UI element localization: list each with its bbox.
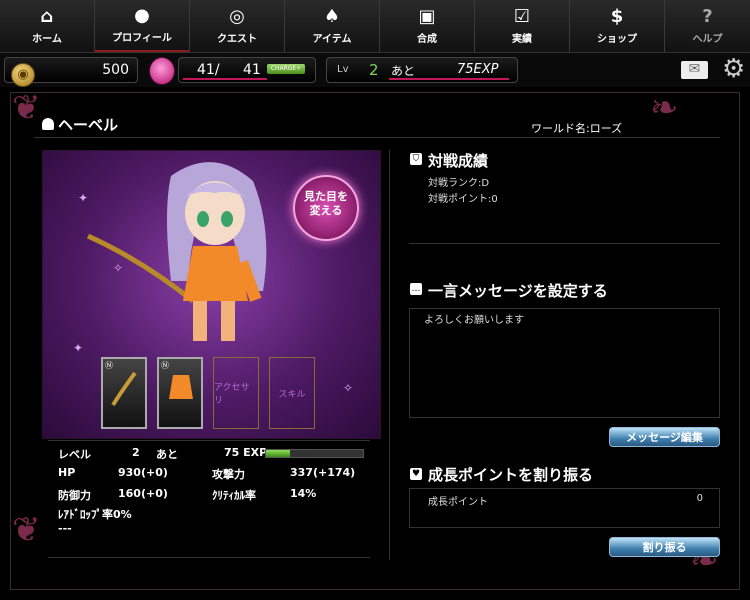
gold-coin-icon: ◉ — [11, 63, 35, 87]
atk-value: 337(+174) — [290, 466, 356, 479]
stats-divider-top — [48, 440, 370, 441]
status-bar: ◉ 500 41/ 41 CHARGE+ Lv 2 あと 75EXP ✉ ⚙ — [0, 53, 750, 87]
user-icon: ● — [134, 5, 150, 26]
stamina-max: 41 — [243, 62, 261, 78]
sword-icon — [111, 371, 137, 407]
def-label: 防御力 — [58, 489, 91, 502]
hp-label: HP — [58, 466, 76, 479]
edit-message-button[interactable]: メッセージ編集 — [609, 427, 720, 447]
nav-quest[interactable]: ◎ クエスト — [190, 0, 285, 52]
assign-points-button[interactable]: 割り振る — [609, 537, 720, 557]
target-icon: ◎ — [229, 6, 245, 27]
remaining-label: あと — [391, 64, 416, 78]
check-icon: ☑ — [513, 6, 531, 27]
character-sprite — [86, 162, 267, 341]
hp-value: 930(+0) — [118, 466, 168, 479]
growth-box: 成長ポイント 0 — [409, 488, 720, 528]
gold-display: ◉ 500 — [4, 57, 138, 87]
remaining-label: あと — [156, 448, 178, 461]
armor-card[interactable]: Ⓝ — [157, 357, 203, 429]
growth-title: 成長ポイントを割り振る — [428, 466, 594, 484]
nav-shop[interactable]: $ ショップ — [570, 0, 665, 52]
help-icon: ? — [702, 6, 713, 27]
mail-icon[interactable]: ✉ — [681, 61, 708, 79]
growth-value: 0 — [696, 493, 703, 504]
column-divider — [389, 150, 390, 560]
stats-divider-bottom — [48, 557, 370, 558]
weapon-card[interactable]: Ⓝ — [101, 357, 147, 429]
battle-points: 対戦ポイント:0 — [428, 194, 498, 205]
level-display: Lv 2 あと 75EXP — [326, 57, 518, 83]
heart-arrow-icon: ♥ — [410, 468, 422, 480]
exp-progress-bar — [265, 449, 364, 458]
message-title: 一言メッセージを設定する — [428, 282, 608, 300]
def-value: 160(+0) — [118, 487, 168, 500]
stamina-bar — [183, 78, 267, 80]
shield-icon: ⛉ — [410, 153, 422, 165]
nav-help[interactable]: ? ヘルプ — [665, 0, 750, 52]
fuse-icon: ▣ — [418, 6, 436, 27]
level-value: 2 — [132, 446, 140, 459]
crit-label: ｸﾘﾃｨｶﾙ率 — [212, 489, 256, 502]
crit-value: 14% — [290, 487, 317, 500]
home-icon: ⌂ — [40, 6, 54, 27]
sparkle-icon: ✧ — [343, 381, 354, 395]
top-nav: ⌂ ホーム ● プロフィール ◎ クエスト ♠ アイテム ▣ 合成 ☑ 実績 $ ショップ ?… — [0, 0, 750, 53]
gear-icon[interactable]: ⚙ — [722, 55, 745, 83]
battle-rank: 対戦ランク:D — [428, 178, 490, 189]
nav-fuse[interactable]: ▣ 合成 — [380, 0, 475, 52]
gold-value: 500 — [102, 62, 129, 78]
corner-ornament-bl: ❦ — [12, 510, 41, 550]
stamina-current: 41/ — [197, 62, 220, 78]
level-label: レベル — [58, 448, 91, 461]
message-text: よろしくお願いします — [424, 315, 524, 326]
stats-dashes: --- — [58, 522, 72, 535]
growth-label: 成長ポイント — [428, 497, 488, 508]
nav-item[interactable]: ♠ アイテム — [285, 0, 380, 52]
cards-icon: ♠ — [323, 6, 341, 27]
level-value: 2 — [369, 61, 379, 79]
message-box: よろしくお願いします — [409, 308, 720, 418]
character-portrait: ✦ ✦ ✦ ✧ ✧ 見た目を変える — [42, 150, 381, 439]
exp-bar — [389, 78, 509, 80]
change-look-label: 見た目を変える — [304, 190, 348, 217]
nav-achievements[interactable]: ☑ 実績 — [475, 0, 570, 52]
lv-label: Lv — [337, 64, 349, 75]
header-divider — [34, 137, 720, 138]
atk-label: 攻撃力 — [212, 468, 245, 481]
battle-divider — [409, 243, 720, 244]
rare-drop-rate: ﾚｱﾄﾞﾛｯﾌﾟ率0% — [58, 508, 132, 521]
accessory-slot[interactable]: アクセサリ — [213, 357, 259, 429]
charge-button[interactable]: CHARGE+ — [267, 64, 305, 74]
skill-slot[interactable]: スキル — [269, 357, 315, 429]
exp-needed: 75EXP — [457, 62, 499, 77]
outfit-icon — [169, 375, 193, 399]
nav-home[interactable]: ⌂ ホーム — [0, 0, 95, 52]
battle-title: 対戦成績 — [428, 152, 489, 170]
nav-profile[interactable]: ● プロフィール — [95, 0, 190, 52]
corner-ornament-tl: ❦ — [12, 88, 41, 128]
world-name: ワールド名:ローズ — [531, 122, 623, 135]
exp-progress-fill — [266, 450, 291, 457]
change-look-button[interactable]: 見た目を変える — [293, 175, 359, 241]
corner-ornament-tr: ❧ — [650, 88, 679, 128]
player-name: ヘーベル — [58, 116, 119, 134]
stamina-potion-icon — [149, 57, 175, 85]
player-icon — [42, 118, 54, 130]
speech-bubble-icon: … — [410, 283, 422, 295]
exp-value: 75 EXP — [224, 446, 268, 459]
sparkle-icon: ✦ — [73, 341, 84, 355]
coin-icon: $ — [610, 6, 624, 27]
